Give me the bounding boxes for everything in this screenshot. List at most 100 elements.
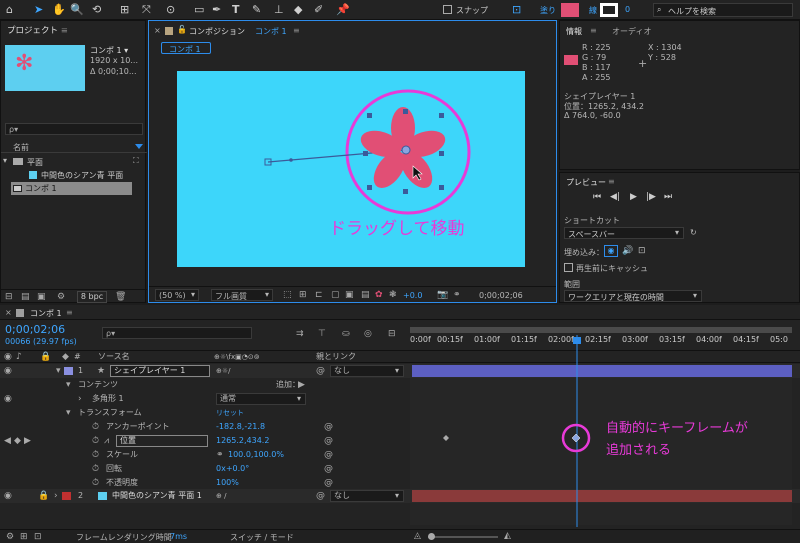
annotation-text-2: 追加される xyxy=(606,443,672,458)
layout-icon[interactable]: ▤ xyxy=(361,289,370,301)
stroke-swatch[interactable] xyxy=(600,3,618,17)
pen-tool-icon[interactable]: ✒ xyxy=(212,3,221,17)
text-tool-icon[interactable]: T xyxy=(232,3,240,17)
show-snapshot-icon[interactable]: ⚭ xyxy=(453,289,461,301)
playhead-handle[interactable] xyxy=(573,337,581,344)
puppet-tool-icon[interactable]: 📌 xyxy=(336,3,350,17)
list-item[interactable]: ▾ 平面 ⛶ xyxy=(1,156,147,168)
composition-canvas[interactable]: ドラッグして移動 xyxy=(177,71,525,267)
audio-toggle-icon[interactable]: 🔊 xyxy=(622,246,633,256)
trash-icon[interactable]: 🗑 xyxy=(115,291,126,303)
help-search-input[interactable]: ⌕ ヘルプを検索 xyxy=(653,3,793,17)
roto-tool-icon[interactable]: ✐ xyxy=(314,3,323,17)
pan-tool-icon[interactable]: ⤧ xyxy=(142,3,151,17)
list-item-label: 平面 xyxy=(27,158,43,167)
switch-mode-toggle[interactable]: スイッチ / モード xyxy=(230,532,294,543)
hand-tool-icon[interactable]: ✋ xyxy=(52,3,66,17)
anchor-point[interactable] xyxy=(401,145,411,155)
play-icon[interactable]: ▶ xyxy=(630,192,637,202)
zoom-tool-icon[interactable]: 🔍 xyxy=(70,3,84,17)
range-select[interactable]: ワークエリアと現在の時間 ▾ xyxy=(564,290,702,302)
bpc-button[interactable]: 8 bpc xyxy=(77,291,107,303)
stroke-width[interactable]: 0 xyxy=(625,5,630,14)
snap-label: スナップ xyxy=(456,6,488,15)
timeline-footer: ⚙ ⊞ ⊡ フレームレンダリング時間 7ms スイッチ / モード ◬ ◭ xyxy=(0,529,800,543)
snapshot-icon[interactable]: 📷 xyxy=(437,289,448,301)
keyframe-new[interactable] xyxy=(571,433,581,443)
new-folder-icon[interactable]: ▤ xyxy=(21,291,30,303)
snap-options-icon[interactable]: ⊡ xyxy=(512,3,521,17)
exposure-value[interactable]: +0.0 xyxy=(403,291,422,300)
selection-tool-icon[interactable]: ➤ xyxy=(34,3,43,17)
stretch-icon[interactable]: ⊡ xyxy=(34,531,42,543)
adjust-icon[interactable]: ⚙ xyxy=(57,291,65,303)
orbit-tool-icon[interactable]: ⊙ xyxy=(166,3,175,17)
menu-icon[interactable]: ≡ xyxy=(293,26,300,35)
info-b: B : 117 xyxy=(582,63,611,72)
render-icon[interactable]: ⚙ xyxy=(6,531,14,543)
menu-icon[interactable]: ≡ xyxy=(608,177,615,186)
info-color-swatch xyxy=(564,55,578,65)
sort-icon[interactable] xyxy=(135,144,143,149)
name-column-label[interactable]: 名前 xyxy=(13,142,29,153)
mask-icon[interactable]: ⊏ xyxy=(315,289,323,301)
reset-icon[interactable]: ↻ xyxy=(690,228,697,237)
exposure-icon[interactable]: ❃ xyxy=(389,289,397,301)
camera-icon[interactable]: ▣ xyxy=(345,289,354,301)
clone-tool-icon[interactable]: ⊥ xyxy=(274,3,284,17)
overlay-toggle-icon[interactable]: ⊡ xyxy=(638,246,646,256)
camera-tool-icon[interactable]: ⊞ xyxy=(120,3,129,17)
zoom-slider-handle[interactable] xyxy=(428,533,435,540)
tab-comp1[interactable]: コンポ 1 xyxy=(161,42,211,54)
grid-icon[interactable]: ⊞ xyxy=(299,289,307,301)
rectangle-tool-icon[interactable]: ▭ xyxy=(194,3,204,17)
zoom-out-icon[interactable]: ◬ xyxy=(414,530,421,542)
next-frame-icon[interactable]: |▶ xyxy=(646,192,656,202)
menu-icon[interactable]: ≡ xyxy=(590,26,597,35)
eraser-tool-icon[interactable]: ◆ xyxy=(294,3,302,17)
list-item-label: 中間色のシアン青 平面 xyxy=(41,171,124,180)
home-icon[interactable]: ⌂ xyxy=(6,3,13,17)
in-out-icon[interactable]: ⊞ xyxy=(20,531,28,543)
color-icon[interactable]: ✿ xyxy=(375,289,383,301)
cache-checkbox[interactable] xyxy=(564,263,573,272)
list-item[interactable]: 中間色のシアン青 平面 xyxy=(1,169,147,181)
prev-frame-icon[interactable]: ◀| xyxy=(610,192,620,202)
composition-title: コンポジション xyxy=(189,27,245,36)
menu-icon[interactable]: ≡ xyxy=(61,26,68,36)
region-icon[interactable]: ⬚ xyxy=(283,289,292,301)
project-comp-size: 1920 x 10... xyxy=(90,56,138,65)
lock-icon[interactable]: 🔓 xyxy=(177,25,187,34)
snap-checkbox[interactable] xyxy=(443,5,452,14)
zoom-in-icon[interactable]: ◭ xyxy=(504,530,511,542)
rotate-tool-icon[interactable]: ⟲ xyxy=(92,3,101,17)
interpret-footage-icon[interactable]: ⊟ xyxy=(5,291,13,303)
project-thumbnail: ✻ xyxy=(5,45,85,91)
video-toggle-icon[interactable]: ◉ xyxy=(604,245,618,257)
composition-header: × 🔓 コンポジション コンポ 1 ≡ xyxy=(149,21,556,40)
tab-audio[interactable]: オーディオ xyxy=(612,26,651,37)
chevron-down-icon: ▾ xyxy=(675,228,680,237)
crosshair-icon: + xyxy=(638,57,648,70)
chevron-down-icon[interactable]: ▾ xyxy=(3,156,7,165)
fill-swatch[interactable] xyxy=(561,3,579,17)
quality-select[interactable]: フル画質 ▾ xyxy=(211,289,273,301)
info-panel: 情報 ≡ オーディオ R : 225 G : 79 B : 117 A : 25… xyxy=(559,20,800,170)
network-icon[interactable]: ⛶ xyxy=(133,156,139,166)
last-frame-icon[interactable]: ⏭ xyxy=(664,192,672,202)
tab-info[interactable]: 情報 xyxy=(566,26,582,37)
shortcut-select[interactable]: スペースバー ▾ xyxy=(564,227,684,239)
help-search-text: ヘルプを検索 xyxy=(668,7,716,16)
project-search-input[interactable]: ρ▾ xyxy=(5,123,143,135)
list-item[interactable]: コンポ 1 xyxy=(11,182,132,195)
brush-tool-icon[interactable]: ✎ xyxy=(252,3,261,17)
comp-timecode[interactable]: 0;00;02;06 xyxy=(479,291,523,300)
keyframe-start[interactable] xyxy=(443,435,449,441)
view-icon[interactable]: ▢ xyxy=(331,289,340,301)
first-frame-icon[interactable]: ⏮ xyxy=(593,192,601,202)
zoom-select[interactable]: (50 %) ▾ xyxy=(155,289,199,301)
close-icon[interactable]: × xyxy=(154,26,161,35)
new-comp-icon[interactable]: ▣ xyxy=(37,291,46,303)
composition-comp-link[interactable]: コンポ 1 xyxy=(255,26,287,37)
zoom-slider[interactable] xyxy=(428,536,498,538)
